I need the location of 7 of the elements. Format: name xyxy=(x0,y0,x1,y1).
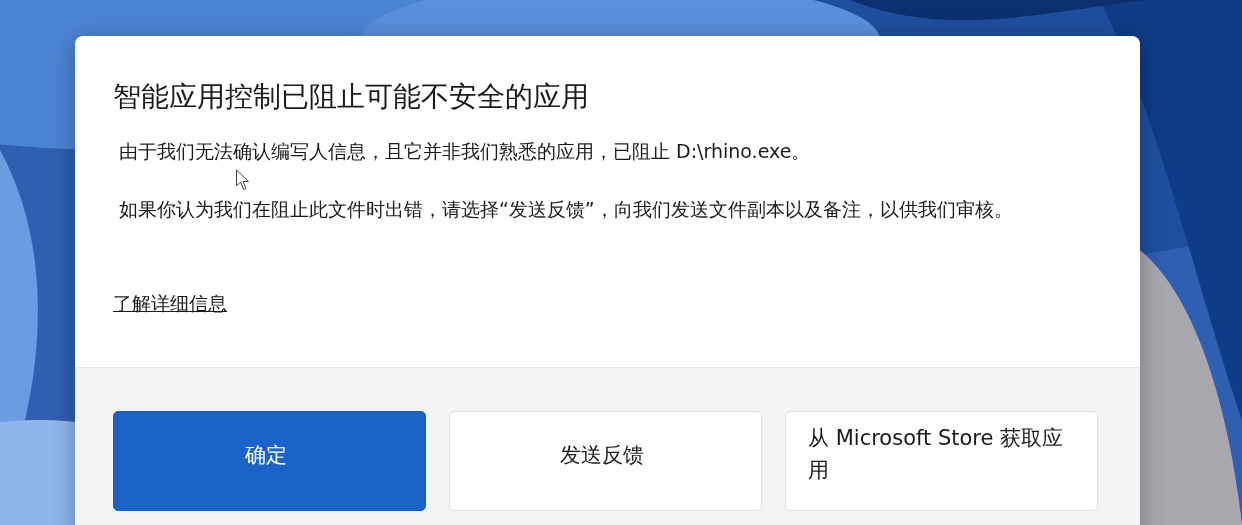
dialog-button[interactable]: 从 Microsoft Store 获取应用 xyxy=(785,410,1098,511)
message-text: 由于我们无法确认编写人信息，且它并非我们熟悉的应用，已阻止 D:\rhino.exe。 xyxy=(118,139,812,164)
learn-more-link[interactable]: 了解详细信息 xyxy=(113,290,227,317)
ok-button[interactable]: 确定 xyxy=(113,410,426,511)
dialog-title: 智能应用控制已阻止可能不安全的应用 xyxy=(113,79,590,115)
message-text: 如果你认为我们在阻止此文件时出错，请选择“发送反馈”，向我们发送文件副本以及备注，以供我们审核。 xyxy=(118,197,1014,223)
dialog-button[interactable]: 发送反馈 xyxy=(449,410,762,511)
